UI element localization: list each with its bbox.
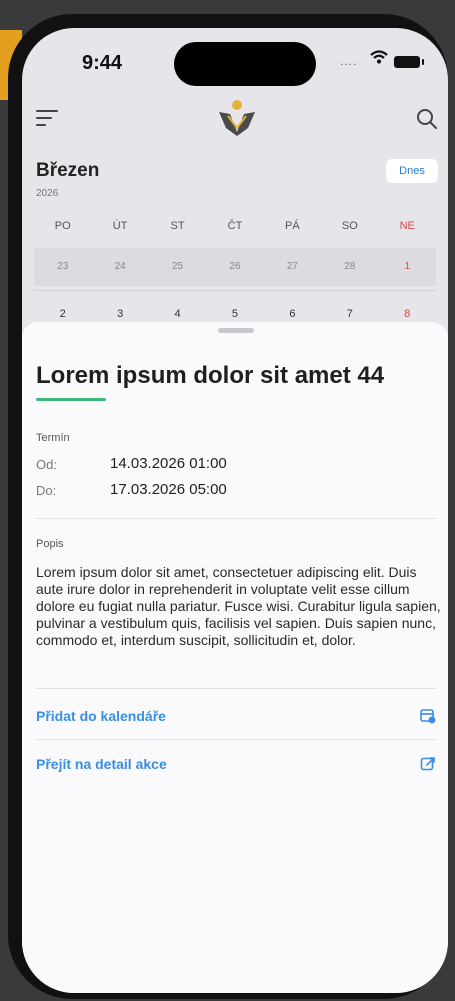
calendar-day[interactable]: 26 [206,248,263,286]
event-detail-link[interactable]: Přejít na detail akce [36,756,167,772]
calendar-day[interactable]: 1 [379,248,436,286]
today-button[interactable]: Dnes [386,159,438,183]
calendar-week-row: 23 24 25 26 27 28 1 [34,248,436,286]
to-label: Do: [36,483,57,498]
calendar-day[interactable]: 24 [91,248,148,286]
external-link-icon[interactable] [420,756,436,772]
weekday: SO [341,220,358,232]
calendar-day[interactable]: 25 [149,248,206,286]
phone-screen: 9:44 .... Březen 2026 Dnes PO ÚT ST ČT P… [22,28,448,993]
title-underline [36,398,106,401]
signal-indicator: .... [340,54,358,68]
logo [219,100,255,136]
menu-icon[interactable] [36,110,58,126]
calendar-add-icon[interactable] [420,708,436,724]
weekday: ÚT [112,220,128,232]
from-value: 14.03.2026 01:00 [110,455,227,472]
divider [36,518,436,519]
event-bottom-sheet: Lorem ipsum dolor sit amet 44 Termín Od:… [22,322,448,993]
month-title: Březen [36,160,100,181]
dynamic-island [174,42,316,86]
weekday: PÁ [285,220,300,232]
weekday-header: PO ÚT ST ČT PÁ SO NE [34,220,436,232]
weekday: NE [399,220,415,232]
divider [36,739,436,740]
calendar-divider [34,290,436,291]
add-to-calendar-link[interactable]: Přidat do kalendáře [36,708,166,724]
search-icon[interactable] [416,108,438,130]
sheet-grabber[interactable] [218,328,254,333]
weekday: PO [54,220,71,232]
weekday: ST [170,220,185,232]
divider [36,688,436,689]
battery-icon [394,56,424,68]
weekday: ČT [227,220,243,232]
event-title: Lorem ipsum dolor sit amet 44 [36,362,385,389]
year-label: 2026 [36,188,59,199]
from-label: Od: [36,457,57,472]
calendar-day[interactable]: 23 [34,248,91,286]
event-description: Lorem ipsum dolor sit amet, consectetuer… [36,564,441,648]
wifi-icon [370,50,388,64]
to-value: 17.03.2026 05:00 [110,481,227,498]
calendar-day[interactable]: 27 [264,248,321,286]
term-label: Termín [36,432,70,444]
calendar-day[interactable]: 28 [321,248,378,286]
description-label: Popis [36,538,64,550]
status-time: 9:44 [82,52,123,74]
